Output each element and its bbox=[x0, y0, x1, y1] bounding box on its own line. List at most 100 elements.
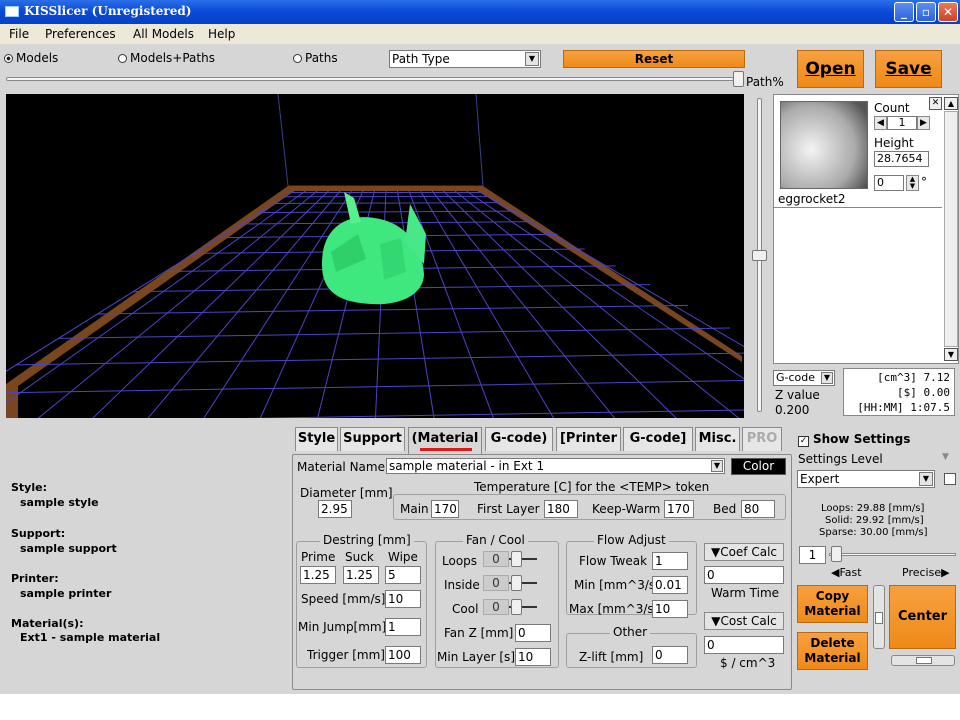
coef-calc-input[interactable]: 0 bbox=[704, 566, 784, 584]
rotation-spinner-icon[interactable]: ▲ ▼ bbox=[906, 175, 919, 191]
open-button[interactable]: Open bbox=[797, 50, 864, 88]
tab-pro[interactable]: PRO bbox=[742, 427, 782, 451]
main-temp-input[interactable]: 170 bbox=[431, 500, 459, 518]
height-input[interactable]: 28.7654 bbox=[874, 151, 929, 167]
fan-inside-slider[interactable] bbox=[509, 575, 537, 591]
trigger-label: Trigger [mm] bbox=[307, 648, 385, 662]
show-settings-checkbox[interactable]: ✓ Show Settings bbox=[798, 432, 910, 447]
first-layer-temp-input[interactable]: 180 bbox=[544, 500, 578, 518]
fan-inside-control[interactable]: 0 bbox=[483, 575, 537, 591]
delete-material-button[interactable]: Delete Material bbox=[797, 632, 868, 670]
wipe-input[interactable]: 5 bbox=[385, 566, 421, 584]
footer-area bbox=[0, 694, 960, 720]
count-stepper[interactable]: ◀ 1 ▶ bbox=[874, 116, 930, 130]
fan-z-input[interactable]: 0 bbox=[515, 624, 551, 642]
trigger-input[interactable]: 100 bbox=[385, 646, 421, 664]
reset-button[interactable]: Reset bbox=[563, 50, 745, 68]
cost-calc-input[interactable]: 0 bbox=[704, 636, 784, 654]
scroll-up-icon[interactable]: ▲ bbox=[944, 97, 958, 110]
path-slider[interactable] bbox=[6, 71, 746, 87]
layer-slider[interactable] bbox=[749, 94, 771, 418]
menu-all-models[interactable]: All Models bbox=[133, 27, 194, 41]
layer-slider-thumb[interactable] bbox=[752, 250, 767, 261]
model-list-scrollbar[interactable] bbox=[944, 111, 958, 347]
z-lift-input[interactable]: 0 bbox=[652, 646, 688, 664]
cost-unit-label: $ / cm^3 bbox=[720, 656, 776, 670]
fan-cool-control[interactable]: 0 bbox=[483, 599, 537, 615]
slider-thumb[interactable] bbox=[511, 575, 522, 591]
summary-material-value: Ext1 - sample material bbox=[20, 631, 161, 644]
chevron-down-icon: ▼ bbox=[821, 372, 833, 384]
toggle-thumb[interactable] bbox=[916, 657, 932, 664]
model-name[interactable]: eggrocket2 bbox=[778, 192, 845, 206]
menu-preferences[interactable]: Preferences bbox=[45, 27, 116, 41]
flow-max-input[interactable]: 10 bbox=[652, 600, 688, 618]
min-jump-input[interactable]: 1 bbox=[385, 618, 421, 636]
horizontal-toggle[interactable] bbox=[891, 655, 955, 666]
speed-precision-input[interactable]: 1 bbox=[799, 546, 826, 564]
model-thumbnail[interactable] bbox=[780, 101, 868, 189]
settings-level-select[interactable]: Expert ▼ bbox=[797, 470, 935, 488]
scroll-down-icon[interactable]: ▼ bbox=[944, 348, 958, 361]
coef-calc-button[interactable]: ▼Coef Calc bbox=[704, 543, 784, 561]
list-divider bbox=[774, 207, 942, 208]
fan-z-label: Fan Z [mm] bbox=[444, 626, 514, 640]
close-icon[interactable]: ✕ bbox=[938, 2, 958, 22]
suck-input[interactable]: 1.25 bbox=[343, 566, 379, 584]
prime-input[interactable]: 1.25 bbox=[300, 566, 336, 584]
destring-speed-input[interactable]: 10 bbox=[385, 590, 421, 608]
radio-models[interactable]: Models bbox=[4, 51, 58, 65]
increment-icon[interactable]: ▶ bbox=[917, 116, 930, 130]
summary-style-value: sample style bbox=[20, 496, 99, 509]
path-slider-thumb[interactable] bbox=[733, 71, 744, 87]
tab-gcode-material[interactable]: G-code) bbox=[485, 427, 553, 451]
fan-loops-slider[interactable] bbox=[509, 551, 537, 567]
radio-paths[interactable]: Paths bbox=[293, 51, 338, 65]
material-name-value: sample material - in Ext 1 bbox=[389, 459, 545, 473]
settings-checkbox[interactable] bbox=[944, 473, 956, 485]
diameter-input[interactable]: 2.95 bbox=[318, 500, 352, 518]
menu-help[interactable]: Help bbox=[208, 27, 235, 41]
tab-support[interactable]: Support bbox=[340, 427, 405, 451]
menu-file[interactable]: File bbox=[9, 27, 29, 41]
flow-min-input[interactable]: 0.01 bbox=[652, 576, 688, 594]
speed-slider-thumb[interactable] bbox=[831, 546, 842, 562]
slider-thumb[interactable] bbox=[511, 551, 522, 567]
collapse-arrow-icon[interactable]: ▼ bbox=[942, 452, 949, 462]
copy-material-button[interactable]: Copy Material bbox=[797, 585, 868, 623]
remove-model-icon[interactable]: ✕ bbox=[929, 97, 942, 110]
minimize-icon[interactable]: _ bbox=[894, 2, 914, 22]
fan-loops-control[interactable]: 0 bbox=[483, 551, 537, 567]
tab-gcode-printer[interactable]: G-code] bbox=[623, 427, 693, 451]
cost-calc-button[interactable]: ▼Cost Calc bbox=[704, 612, 784, 630]
chevron-down-icon: ▼ bbox=[711, 614, 721, 628]
flow-max-label: Max [mm^3/s] bbox=[569, 602, 659, 616]
3d-viewport[interactable] bbox=[6, 94, 744, 418]
speed-precision-slider[interactable] bbox=[829, 546, 956, 562]
maximize-icon[interactable]: ▫ bbox=[916, 2, 936, 22]
keep-warm-input[interactable]: 170 bbox=[664, 500, 694, 518]
center-button[interactable]: Center bbox=[889, 585, 956, 649]
min-layer-input[interactable]: 10 bbox=[515, 648, 551, 666]
output-mode-select[interactable]: G-code ▼ bbox=[773, 370, 835, 386]
tab-printer[interactable]: [Printer bbox=[556, 427, 621, 451]
bed-temp-input[interactable]: 80 bbox=[741, 500, 775, 518]
color-button[interactable]: Color bbox=[731, 458, 786, 475]
fan-cool-slider[interactable] bbox=[509, 599, 537, 615]
flow-tweak-input[interactable]: 1 bbox=[652, 552, 688, 570]
radio-models-paths[interactable]: Models+Paths bbox=[118, 51, 215, 65]
checkbox-checked-icon: ✓ bbox=[798, 436, 809, 447]
count-input[interactable]: 1 bbox=[887, 116, 917, 130]
tab-style[interactable]: Style bbox=[295, 427, 338, 451]
material-name-select[interactable]: sample material - in Ext 1 ▼ bbox=[386, 458, 725, 474]
count-label: Count bbox=[874, 101, 910, 115]
fan-loops-value: 0 bbox=[483, 551, 509, 567]
decrement-icon[interactable]: ◀ bbox=[874, 116, 887, 130]
vertical-toggle[interactable] bbox=[873, 585, 885, 649]
tab-misc[interactable]: Misc. bbox=[695, 427, 740, 451]
rotation-input[interactable]: 0 bbox=[874, 175, 904, 191]
slider-thumb[interactable] bbox=[511, 599, 522, 615]
path-type-select[interactable]: Path Type ▼ bbox=[389, 50, 541, 68]
save-button[interactable]: Save bbox=[875, 50, 942, 88]
toggle-thumb[interactable] bbox=[875, 612, 883, 624]
